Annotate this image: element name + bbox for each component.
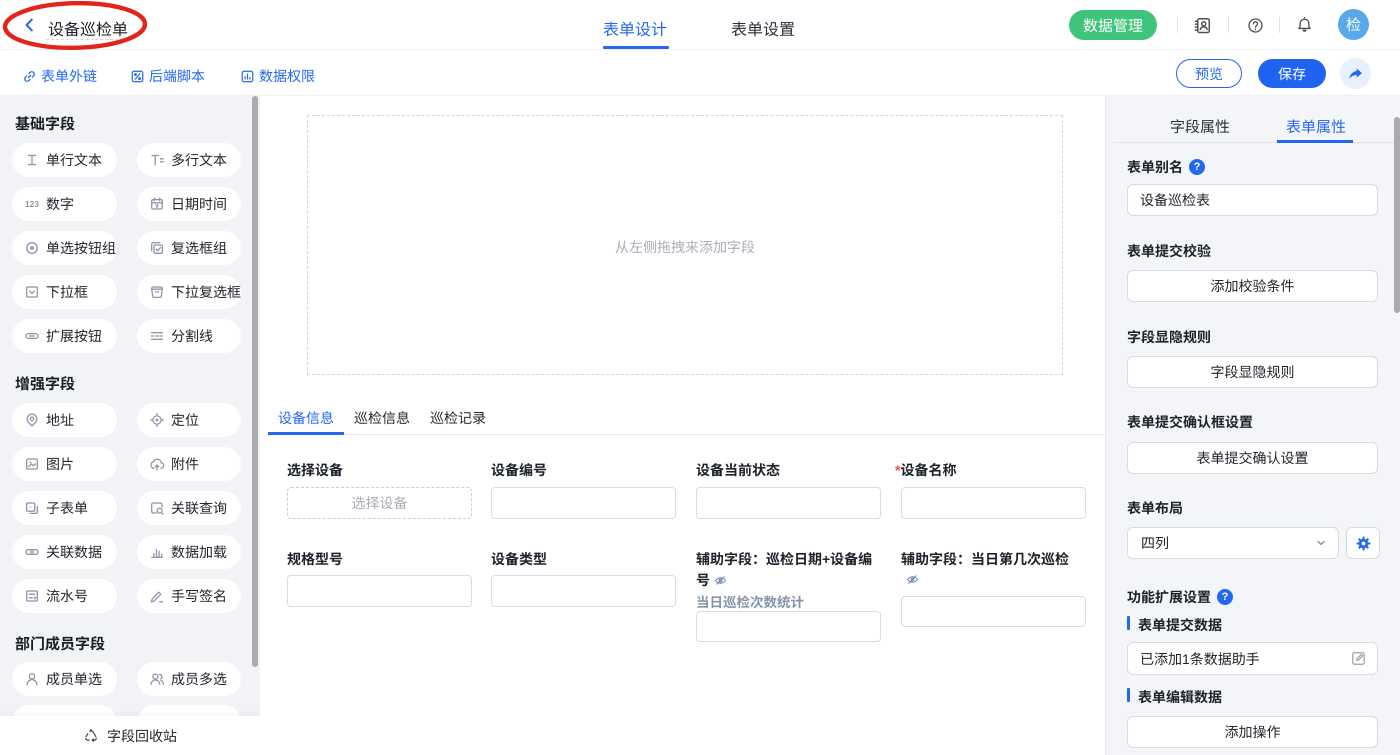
svg-text:123: 123 bbox=[25, 199, 39, 209]
